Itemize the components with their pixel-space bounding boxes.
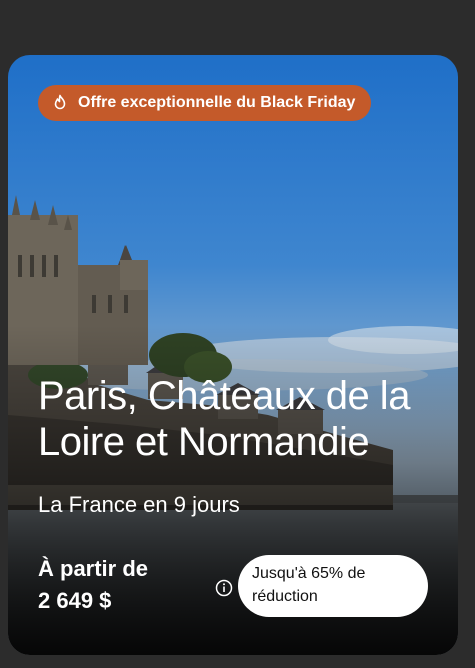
tour-card[interactable]: Offre exceptionnelle du Black Friday Par… xyxy=(8,55,458,655)
badge-label: Offre exceptionnelle du Black Friday xyxy=(78,94,356,111)
info-icon[interactable] xyxy=(215,579,233,597)
flame-icon xyxy=(50,93,70,113)
price-block: À partir de 2 649 $ xyxy=(38,553,148,617)
tour-title: Paris, Châteaux de la Loire et Normandie xyxy=(38,374,410,464)
price-value: 2 649 $ xyxy=(38,588,112,613)
tour-subtitle: La France en 9 jours xyxy=(38,492,240,517)
black-friday-badge: Offre exceptionnelle du Black Friday xyxy=(38,85,372,121)
discount-badge: Jusqu'à 65% de réduction xyxy=(238,555,428,617)
price-prefix: À partir de xyxy=(38,556,149,581)
